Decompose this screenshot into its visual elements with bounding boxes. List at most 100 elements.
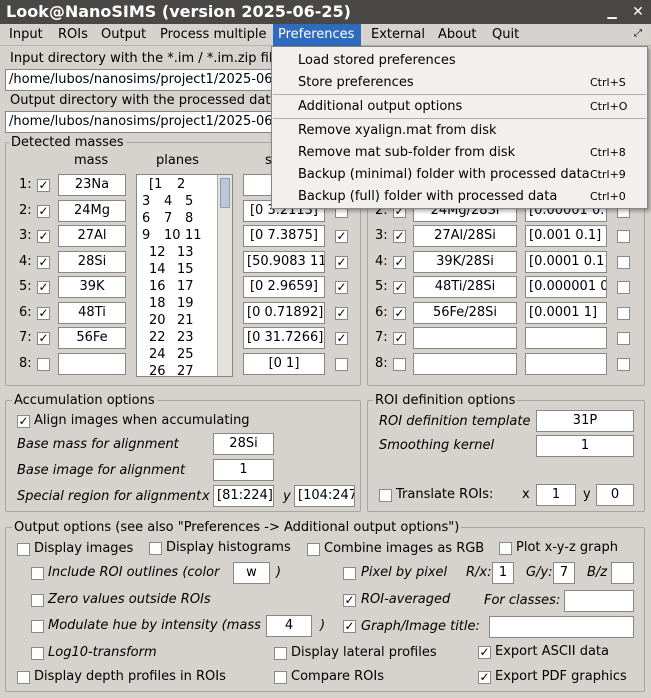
graph-title-checkbox[interactable] bbox=[343, 620, 356, 633]
plane-item[interactable]: 21 bbox=[177, 313, 194, 328]
ratio-field[interactable]: 27Al/28Si bbox=[413, 225, 517, 247]
roi-color-field[interactable]: w bbox=[233, 562, 270, 584]
backup-minimal-item[interactable]: Backup (minimal) folder with processed d… bbox=[272, 164, 647, 186]
depth-profiles-checkbox[interactable] bbox=[17, 671, 30, 684]
scale-field[interactable]: [0 7.3875] bbox=[243, 225, 325, 247]
plane-item[interactable]: 19 bbox=[177, 296, 194, 311]
ratio-row-checkbox[interactable] bbox=[393, 230, 406, 243]
additional-output-options-item[interactable]: Additional output options Ctrl+O bbox=[272, 96, 647, 118]
ratio-row-checkbox[interactable] bbox=[393, 306, 406, 320]
scale-field[interactable]: [0 2.9659] bbox=[243, 276, 325, 298]
scale-field[interactable]: [0 0.71892] bbox=[243, 301, 325, 324]
ratio-field[interactable] bbox=[413, 352, 517, 375]
load-preferences-item[interactable]: Load stored preferences bbox=[272, 50, 647, 72]
menu-input[interactable]: Input bbox=[4, 24, 48, 46]
ratio-row-checkbox[interactable] bbox=[393, 332, 406, 345]
plane-item[interactable]: 22 bbox=[149, 330, 166, 345]
plane-item[interactable]: [1 bbox=[149, 177, 162, 192]
plane-item[interactable]: 23 bbox=[177, 330, 194, 345]
remove-xyalign-item[interactable]: Remove xyalign.mat from disk bbox=[272, 120, 647, 142]
zero-values-checkbox[interactable] bbox=[31, 594, 44, 607]
roi-averaged-checkbox[interactable] bbox=[343, 594, 356, 607]
menu-preferences[interactable]: Preferences bbox=[273, 24, 361, 46]
for-classes-field[interactable] bbox=[564, 590, 634, 612]
modulate-mass-field[interactable]: 4 bbox=[266, 615, 312, 637]
ratio-scale-field[interactable]: [0.000001 0 bbox=[525, 276, 607, 298]
ratio-field[interactable]: 48Ti/28Si bbox=[413, 276, 517, 298]
menu-overflow-icon[interactable]: ⤢ bbox=[634, 28, 642, 39]
ratio-scale-field[interactable]: [0.001 0.1] bbox=[525, 225, 607, 247]
mass-row-checkbox[interactable] bbox=[37, 332, 50, 345]
plane-item[interactable]: 11 bbox=[185, 228, 202, 243]
plane-item[interactable]: 18 bbox=[149, 296, 166, 311]
ratio-row-checkbox[interactable] bbox=[393, 281, 406, 294]
plane-item[interactable]: 5 bbox=[185, 194, 193, 209]
plane-item[interactable]: 24 bbox=[149, 347, 166, 362]
export-ascii-checkbox[interactable] bbox=[478, 646, 491, 659]
ratio-scale-field[interactable]: [0.0001 1] bbox=[525, 301, 607, 324]
scale-checkbox[interactable] bbox=[335, 230, 348, 243]
mass-row-checkbox[interactable] bbox=[37, 179, 50, 192]
mass-field[interactable]: 27Al bbox=[58, 225, 126, 247]
rx-field[interactable]: 1 bbox=[492, 562, 514, 584]
menu-process-multiple[interactable]: Process multiple bbox=[155, 24, 272, 46]
mass-field[interactable] bbox=[58, 352, 126, 375]
mass-row-checkbox[interactable] bbox=[37, 255, 50, 269]
menu-about[interactable]: About bbox=[433, 24, 481, 46]
mass-row-checkbox[interactable] bbox=[37, 230, 50, 243]
special-y-field[interactable]: [104:247] bbox=[294, 485, 355, 507]
ratio-field[interactable]: 39K/28Si bbox=[413, 250, 517, 273]
ratio-scale-checkbox[interactable] bbox=[617, 255, 630, 269]
scale-checkbox[interactable] bbox=[335, 306, 348, 320]
plane-item[interactable]: 6 bbox=[142, 211, 150, 226]
scroll-thumb[interactable] bbox=[220, 178, 230, 208]
ratio-scale-checkbox[interactable] bbox=[617, 306, 630, 320]
menu-output[interactable]: Output bbox=[96, 24, 151, 46]
ratio-scale-checkbox[interactable] bbox=[617, 230, 630, 243]
translate-y-field[interactable]: 0 bbox=[596, 484, 634, 506]
ratio-row-checkbox[interactable] bbox=[393, 255, 406, 269]
export-pdf-checkbox[interactable] bbox=[478, 671, 491, 684]
input-dir-field[interactable]: /home/lubos/nanosims/project1/2025-06- bbox=[5, 69, 275, 91]
scale-field[interactable]: [0 1] bbox=[243, 352, 325, 375]
close-icon[interactable]: ✕ bbox=[631, 5, 645, 19]
include-roi-outlines-checkbox[interactable] bbox=[31, 567, 44, 580]
plane-item[interactable]: 20 bbox=[149, 313, 166, 328]
mass-field[interactable]: 56Fe bbox=[58, 327, 126, 349]
ratio-scale-checkbox[interactable] bbox=[617, 281, 630, 294]
plane-item[interactable]: 4 bbox=[164, 194, 172, 209]
modulate-hue-checkbox[interactable] bbox=[31, 620, 44, 633]
plane-item[interactable]: 9 bbox=[142, 228, 150, 243]
mass-field[interactable]: 28Si bbox=[58, 250, 126, 273]
planes-scrollbar[interactable] bbox=[217, 175, 232, 376]
scale-checkbox[interactable] bbox=[335, 357, 348, 371]
mass-row-checkbox[interactable] bbox=[37, 204, 50, 218]
log10-checkbox[interactable] bbox=[31, 647, 44, 660]
plane-item[interactable]: 2 bbox=[177, 177, 185, 192]
scale-field[interactable]: [50.9083 115 bbox=[243, 250, 325, 273]
remove-mat-folder-item[interactable]: Remove mat sub-folder from disk Ctrl+8 bbox=[272, 142, 647, 164]
plane-item[interactable]: 8 bbox=[185, 211, 193, 226]
plane-item[interactable]: 13 bbox=[177, 245, 194, 260]
special-x-field[interactable]: [81:224] bbox=[213, 485, 274, 507]
ratio-field[interactable] bbox=[413, 327, 517, 349]
scale-checkbox[interactable] bbox=[335, 332, 348, 345]
menu-external[interactable]: External bbox=[366, 24, 430, 46]
base-mass-field[interactable]: 28Si bbox=[213, 433, 274, 455]
lateral-profiles-checkbox[interactable] bbox=[274, 647, 287, 660]
graph-title-field[interactable] bbox=[489, 616, 634, 638]
compare-rois-checkbox[interactable] bbox=[274, 671, 287, 684]
output-dir-field[interactable]: /home/lubos/nanosims/project1/2025-06- bbox=[5, 111, 275, 133]
gy-field[interactable]: 7 bbox=[553, 562, 575, 584]
ratio-row-checkbox[interactable] bbox=[393, 357, 406, 371]
plane-item[interactable]: 16 bbox=[149, 279, 166, 294]
ratio-scale-checkbox[interactable] bbox=[617, 332, 630, 345]
ratio-scale-checkbox[interactable] bbox=[617, 357, 630, 371]
mass-row-checkbox[interactable] bbox=[37, 306, 50, 320]
mass-field[interactable]: 24Mg bbox=[58, 199, 126, 222]
minimize-icon[interactable]: ▁ bbox=[605, 5, 619, 19]
plane-item[interactable]: 12 bbox=[149, 245, 166, 260]
store-preferences-item[interactable]: Store preferences Ctrl+S bbox=[272, 72, 647, 94]
menu-rois[interactable]: ROIs bbox=[53, 24, 93, 46]
display-images-checkbox[interactable] bbox=[17, 543, 30, 556]
